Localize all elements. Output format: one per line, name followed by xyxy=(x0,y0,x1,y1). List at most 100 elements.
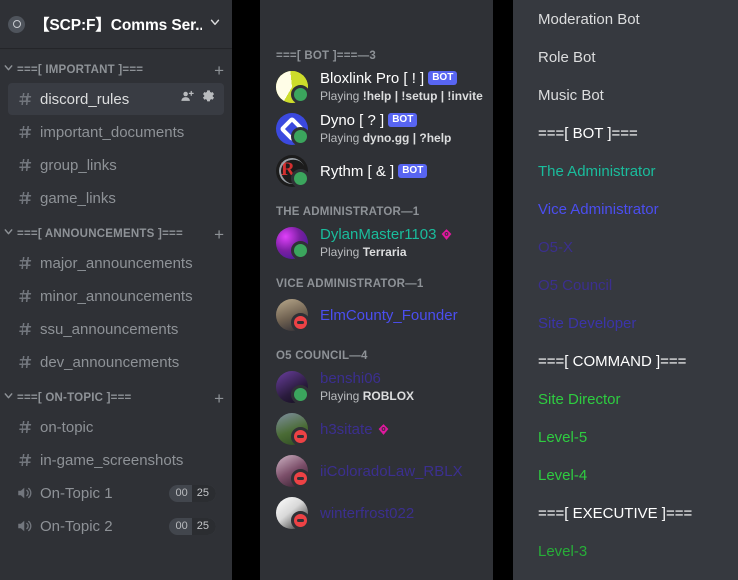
role-list: Moderation Bot Role Bot Music Bot ===[ BOT … xyxy=(513,0,738,580)
role-item[interactable]: O5 Council xyxy=(513,266,738,304)
member-name-row: h3sitate xyxy=(320,421,477,438)
speaker-icon xyxy=(16,484,34,502)
role-item[interactable]: O5-X xyxy=(513,228,738,266)
channel-item-discord-rules[interactable]: discord_rules xyxy=(8,83,224,115)
member-text: Dyno [ ? ] BOT Playing dyno.gg | ?help xyxy=(320,112,477,147)
channel-item-on-topic-1[interactable]: On-Topic 1 00 25 xyxy=(8,477,224,509)
member-text: Bloxlink Pro [ ! ] BOT Playing !help | !se… xyxy=(320,70,483,105)
member-item[interactable]: DylanMaster1103 Playing Terraria xyxy=(268,222,485,264)
channel-item-in-game-screenshots[interactable]: in-game_screenshots xyxy=(8,444,224,476)
status-indicator-online xyxy=(291,241,310,260)
speaker-icon xyxy=(16,517,34,535)
status-indicator-online xyxy=(291,127,310,146)
create-channel-button[interactable]: + xyxy=(214,226,224,243)
avatar[interactable] xyxy=(276,299,310,332)
role-item[interactable]: Level-2 xyxy=(513,570,738,580)
avatar[interactable] xyxy=(276,413,310,446)
role-item[interactable]: Site Developer xyxy=(513,304,738,342)
server-header[interactable]: 【SCP:F】Comms Ser... xyxy=(0,0,232,48)
channel-item-minor-announcements[interactable]: minor_announcements xyxy=(8,280,224,312)
role-item[interactable]: ===[ COMMAND ]=== xyxy=(513,342,738,380)
member-group-header: ===[ BOT ]===—3 xyxy=(276,50,376,62)
role-item[interactable]: Vice Administrator xyxy=(513,190,738,228)
avatar[interactable] xyxy=(276,497,310,530)
activity-value: dyno.gg | ?help xyxy=(362,130,452,145)
role-item[interactable]: ===[ EXECUTIVE ]=== xyxy=(513,494,738,532)
channel-item-on-topic-2[interactable]: On-Topic 2 00 25 xyxy=(8,510,224,542)
voice-user-count-badge: 00 25 xyxy=(168,517,216,535)
member-activity: Playing ROBLOX xyxy=(320,389,414,403)
role-item[interactable]: Level-3 xyxy=(513,532,738,570)
category-chevron-icon[interactable] xyxy=(2,61,15,79)
category-chevron-icon[interactable] xyxy=(2,225,15,243)
avatar[interactable] xyxy=(276,455,310,488)
channel-item-dev-announcements[interactable]: dev_announcements xyxy=(8,346,224,378)
gear-icon[interactable] xyxy=(201,89,216,109)
channel-item-group-links[interactable]: group_links xyxy=(8,149,224,181)
member-name-row: DylanMaster1103 xyxy=(320,226,477,243)
activity-prefix: Playing xyxy=(320,130,363,145)
avatar[interactable] xyxy=(276,71,310,104)
role-item[interactable]: ===[ BOT ]=== xyxy=(513,114,738,152)
status-indicator-dnd xyxy=(291,427,310,446)
channel-list[interactable]: ===[ IMPORTANT ]=== + discord_rules importa… xyxy=(0,48,232,580)
channel-name: ssu_announcements xyxy=(40,320,179,338)
role-item[interactable]: Level-4 xyxy=(513,456,738,494)
channel-item-game-links[interactable]: game_links xyxy=(8,182,224,214)
hash-icon xyxy=(16,320,34,338)
avatar[interactable] xyxy=(276,113,310,146)
create-channel-button[interactable]: + xyxy=(214,390,224,407)
role-item[interactable]: The Administrator xyxy=(513,152,738,190)
channel-name: major_announcements xyxy=(40,254,193,272)
boost-icon xyxy=(377,423,390,436)
member-item[interactable]: Bloxlink Pro [ ! ] BOT Playing !help | !se… xyxy=(268,66,485,108)
channel-actions[interactable] xyxy=(180,89,216,109)
channel-item-major-announcements[interactable]: major_announcements xyxy=(8,247,224,279)
member-item[interactable]: ElmCounty_Founder xyxy=(268,294,485,336)
hash-icon xyxy=(16,353,34,371)
member-group-header: VICE ADMINISTRATOR—1 xyxy=(276,278,424,290)
hash-icon xyxy=(16,156,34,174)
member-item[interactable]: Dyno [ ? ] BOT Playing dyno.gg | ?help xyxy=(268,108,485,150)
category-chevron-icon[interactable] xyxy=(2,389,15,407)
channel-category[interactable]: ===[ IMPORTANT ]=== + xyxy=(0,58,232,82)
role-item[interactable]: Role Bot xyxy=(513,38,738,76)
bot-badge: BOT xyxy=(398,164,428,178)
member-text: h3sitate xyxy=(320,421,477,438)
channel-item-important-documents[interactable]: important_documents xyxy=(8,116,224,148)
hash-icon xyxy=(16,254,34,272)
member-item[interactable]: h3sitate xyxy=(268,408,485,450)
activity-prefix: Playing xyxy=(320,244,363,259)
channel-item-ssu-announcements[interactable]: ssu_announcements xyxy=(8,313,224,345)
member-activity: Playing Terraria xyxy=(320,245,407,259)
avatar[interactable]: R xyxy=(276,155,310,188)
member-item[interactable]: benshi06 Playing ROBLOX xyxy=(268,366,485,408)
bot-badge: BOT xyxy=(428,71,458,85)
channel-category[interactable]: ===[ ANNOUNCEMENTS ]=== + xyxy=(0,222,232,246)
status-indicator-dnd xyxy=(291,469,310,488)
member-item[interactable]: winterfrost022 xyxy=(268,492,485,534)
role-item[interactable]: Moderation Bot xyxy=(513,0,738,38)
member-text: Rythm [ & ] BOT xyxy=(320,163,477,180)
member-text: benshi06 Playing ROBLOX xyxy=(320,370,477,405)
chevron-down-icon[interactable] xyxy=(208,15,222,34)
voice-current-users: 00 xyxy=(175,487,188,499)
member-item[interactable]: R Rythm [ & ] BOT xyxy=(268,150,485,192)
avatar[interactable] xyxy=(276,227,310,260)
hash-icon xyxy=(16,90,34,108)
role-item[interactable]: Site Director xyxy=(513,380,738,418)
category-label: ===[ ANNOUNCEMENTS ]=== xyxy=(17,228,183,240)
channel-category[interactable]: ===[ ON-TOPIC ]=== + xyxy=(0,386,232,410)
role-item[interactable]: Level-5 xyxy=(513,418,738,456)
role-item[interactable]: Music Bot xyxy=(513,76,738,114)
member-name-row: benshi06 xyxy=(320,370,477,387)
create-channel-button[interactable]: + xyxy=(214,62,224,79)
hash-icon xyxy=(16,451,34,469)
member-name-row: ElmCounty_Founder xyxy=(320,307,477,324)
channel-item-on-topic[interactable]: on-topic xyxy=(8,411,224,443)
bot-badge: BOT xyxy=(388,113,418,127)
avatar[interactable] xyxy=(276,371,310,404)
member-name: winterfrost022 xyxy=(320,504,415,522)
member-item[interactable]: iiColoradoLaw_RBLX xyxy=(268,450,485,492)
add-member-icon[interactable] xyxy=(180,89,195,109)
